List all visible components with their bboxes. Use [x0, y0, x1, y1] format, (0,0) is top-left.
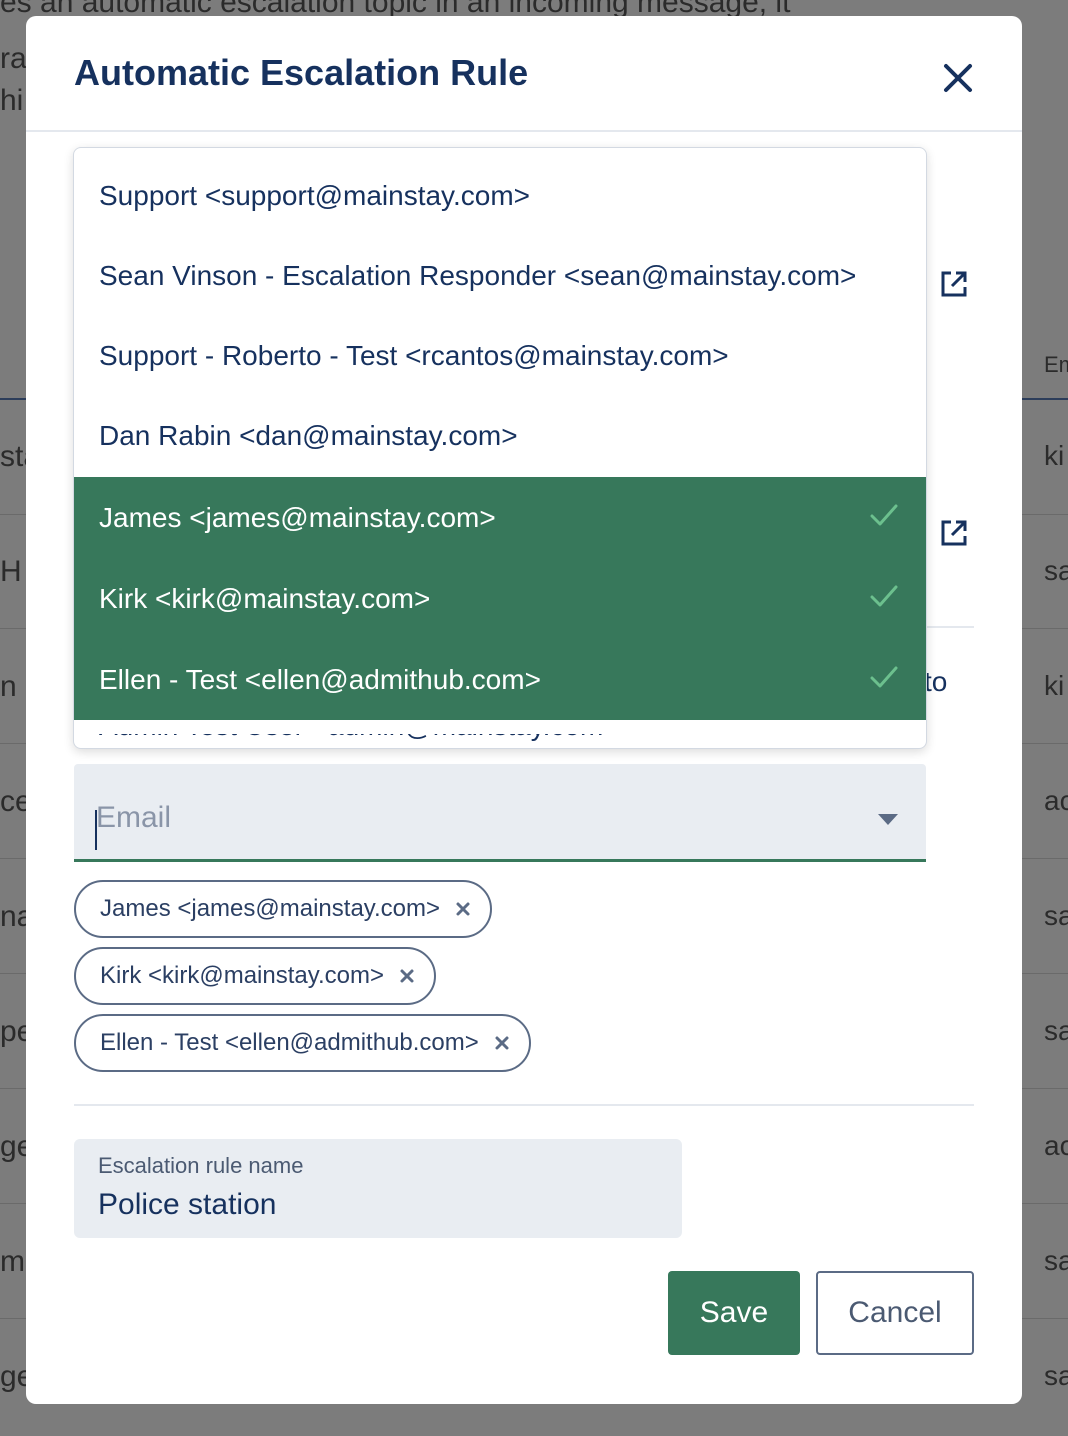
- dropdown-option-selected[interactable]: Kirk <kirk@mainstay.com>: [74, 558, 926, 639]
- dropdown-option-selected[interactable]: Ellen - Test <ellen@admithub.com>: [74, 639, 926, 720]
- background-right-fragment: ac: [1044, 1130, 1068, 1161]
- background-right-fragment: sa: [1044, 555, 1068, 586]
- close-button[interactable]: [934, 54, 982, 102]
- background-left-fragment: ra: [0, 42, 26, 75]
- modal-header: Automatic Escalation Rule: [26, 16, 1022, 132]
- remove-chip-icon[interactable]: [396, 965, 418, 987]
- external-link-icon[interactable]: [934, 264, 974, 304]
- email-input[interactable]: [96, 798, 856, 838]
- email-chip: James <james@mainstay.com>: [74, 880, 493, 938]
- hidden-description-fragment: to: [924, 666, 948, 697]
- background-left-fragment: m: [0, 1245, 25, 1278]
- background-right-fragment: sa: [1044, 900, 1068, 931]
- background-left-fragment: na: [0, 900, 26, 933]
- escalation-rule-name-input[interactable]: [98, 1185, 658, 1225]
- escalation-rule-name-field[interactable]: Escalation rule name: [74, 1139, 682, 1238]
- dropdown-option-label: Sean Vinson - Escalation Responder <sean…: [99, 260, 857, 291]
- check-icon: [868, 580, 900, 612]
- chevron-down-icon[interactable]: [878, 814, 898, 825]
- background-right-fragment: ki: [1044, 440, 1065, 471]
- background-right-fragment: Em: [1044, 352, 1068, 377]
- external-link-icon[interactable]: [934, 513, 974, 553]
- dropdown-option[interactable]: Support - Roberto - Test <rcantos@mainst…: [74, 316, 926, 396]
- background-left-fragment: pe: [0, 1015, 26, 1048]
- modal-title: Automatic Escalation Rule: [74, 52, 529, 93]
- dropdown-option[interactable]: Dan Rabin <dan@mainstay.com>: [74, 396, 926, 476]
- close-icon: [944, 64, 972, 92]
- background-left-fragment: sta: [0, 440, 26, 473]
- background-right-fragment: sa: [1044, 1245, 1068, 1276]
- cancel-button[interactable]: Cancel: [816, 1271, 974, 1355]
- check-icon: [868, 661, 900, 693]
- dropdown-option[interactable]: Sean Vinson - Escalation Responder <sean…: [74, 236, 926, 316]
- dropdown-option-label: Kirk <kirk@mainstay.com>: [99, 582, 431, 614]
- dropdown-option-label: Admin Test User <admin@mainstay.com>: [99, 734, 619, 742]
- email-chip-label: Ellen - Test <ellen@admithub.com>: [100, 1029, 479, 1056]
- background-right-fragment: ac: [1044, 785, 1068, 816]
- dropdown-option-partial[interactable]: Admin Test User <admin@mainstay.com>: [99, 734, 619, 748]
- email-chip-label: James <james@mainstay.com>: [100, 895, 441, 922]
- remove-chip-icon[interactable]: [452, 898, 474, 920]
- background-left-fragment: ce: [0, 785, 26, 818]
- dropdown-option-selected[interactable]: James <james@mainstay.com>: [74, 477, 926, 558]
- section-divider: [74, 1104, 974, 1106]
- background-right-fragment: sa: [1044, 1360, 1068, 1391]
- escalation-rule-name-label: Escalation rule name: [98, 1153, 304, 1178]
- remove-chip-icon[interactable]: [491, 1032, 513, 1054]
- email-select[interactable]: [74, 764, 926, 862]
- check-icon: [868, 499, 900, 531]
- background-left-fragment: hi: [0, 84, 24, 117]
- background-left-fragment: ge: [0, 1130, 26, 1163]
- background-left-fragment: ge: [0, 1360, 26, 1393]
- email-chip: Kirk <kirk@mainstay.com>: [74, 947, 436, 1005]
- background-left-fragment: H: [0, 555, 22, 588]
- background-right-fragment: ki: [1044, 670, 1065, 701]
- email-dropdown-menu: Support <support@mainstay.com> Sean Vins…: [73, 147, 927, 749]
- email-chip: Ellen - Test <ellen@admithub.com>: [74, 1014, 531, 1072]
- escalation-rule-modal: Automatic Escalation Rule to Support <su…: [26, 16, 1022, 1404]
- dropdown-option-label: Support <support@mainstay.com>: [99, 180, 531, 211]
- dropdown-option-label: Ellen - Test <ellen@admithub.com>: [99, 663, 541, 695]
- dropdown-option[interactable]: Support <support@mainstay.com>: [74, 156, 926, 236]
- background-left-fragment: n: [0, 670, 17, 703]
- save-button[interactable]: Save: [668, 1271, 800, 1355]
- dropdown-option-label: James <james@mainstay.com>: [99, 501, 496, 533]
- email-chip-label: Kirk <kirk@mainstay.com>: [100, 962, 384, 989]
- dropdown-option-label: Support - Roberto - Test <rcantos@mainst…: [99, 340, 729, 371]
- dropdown-option-label: Dan Rabin <dan@mainstay.com>: [99, 420, 518, 451]
- background-right-fragment: sa: [1044, 1015, 1068, 1046]
